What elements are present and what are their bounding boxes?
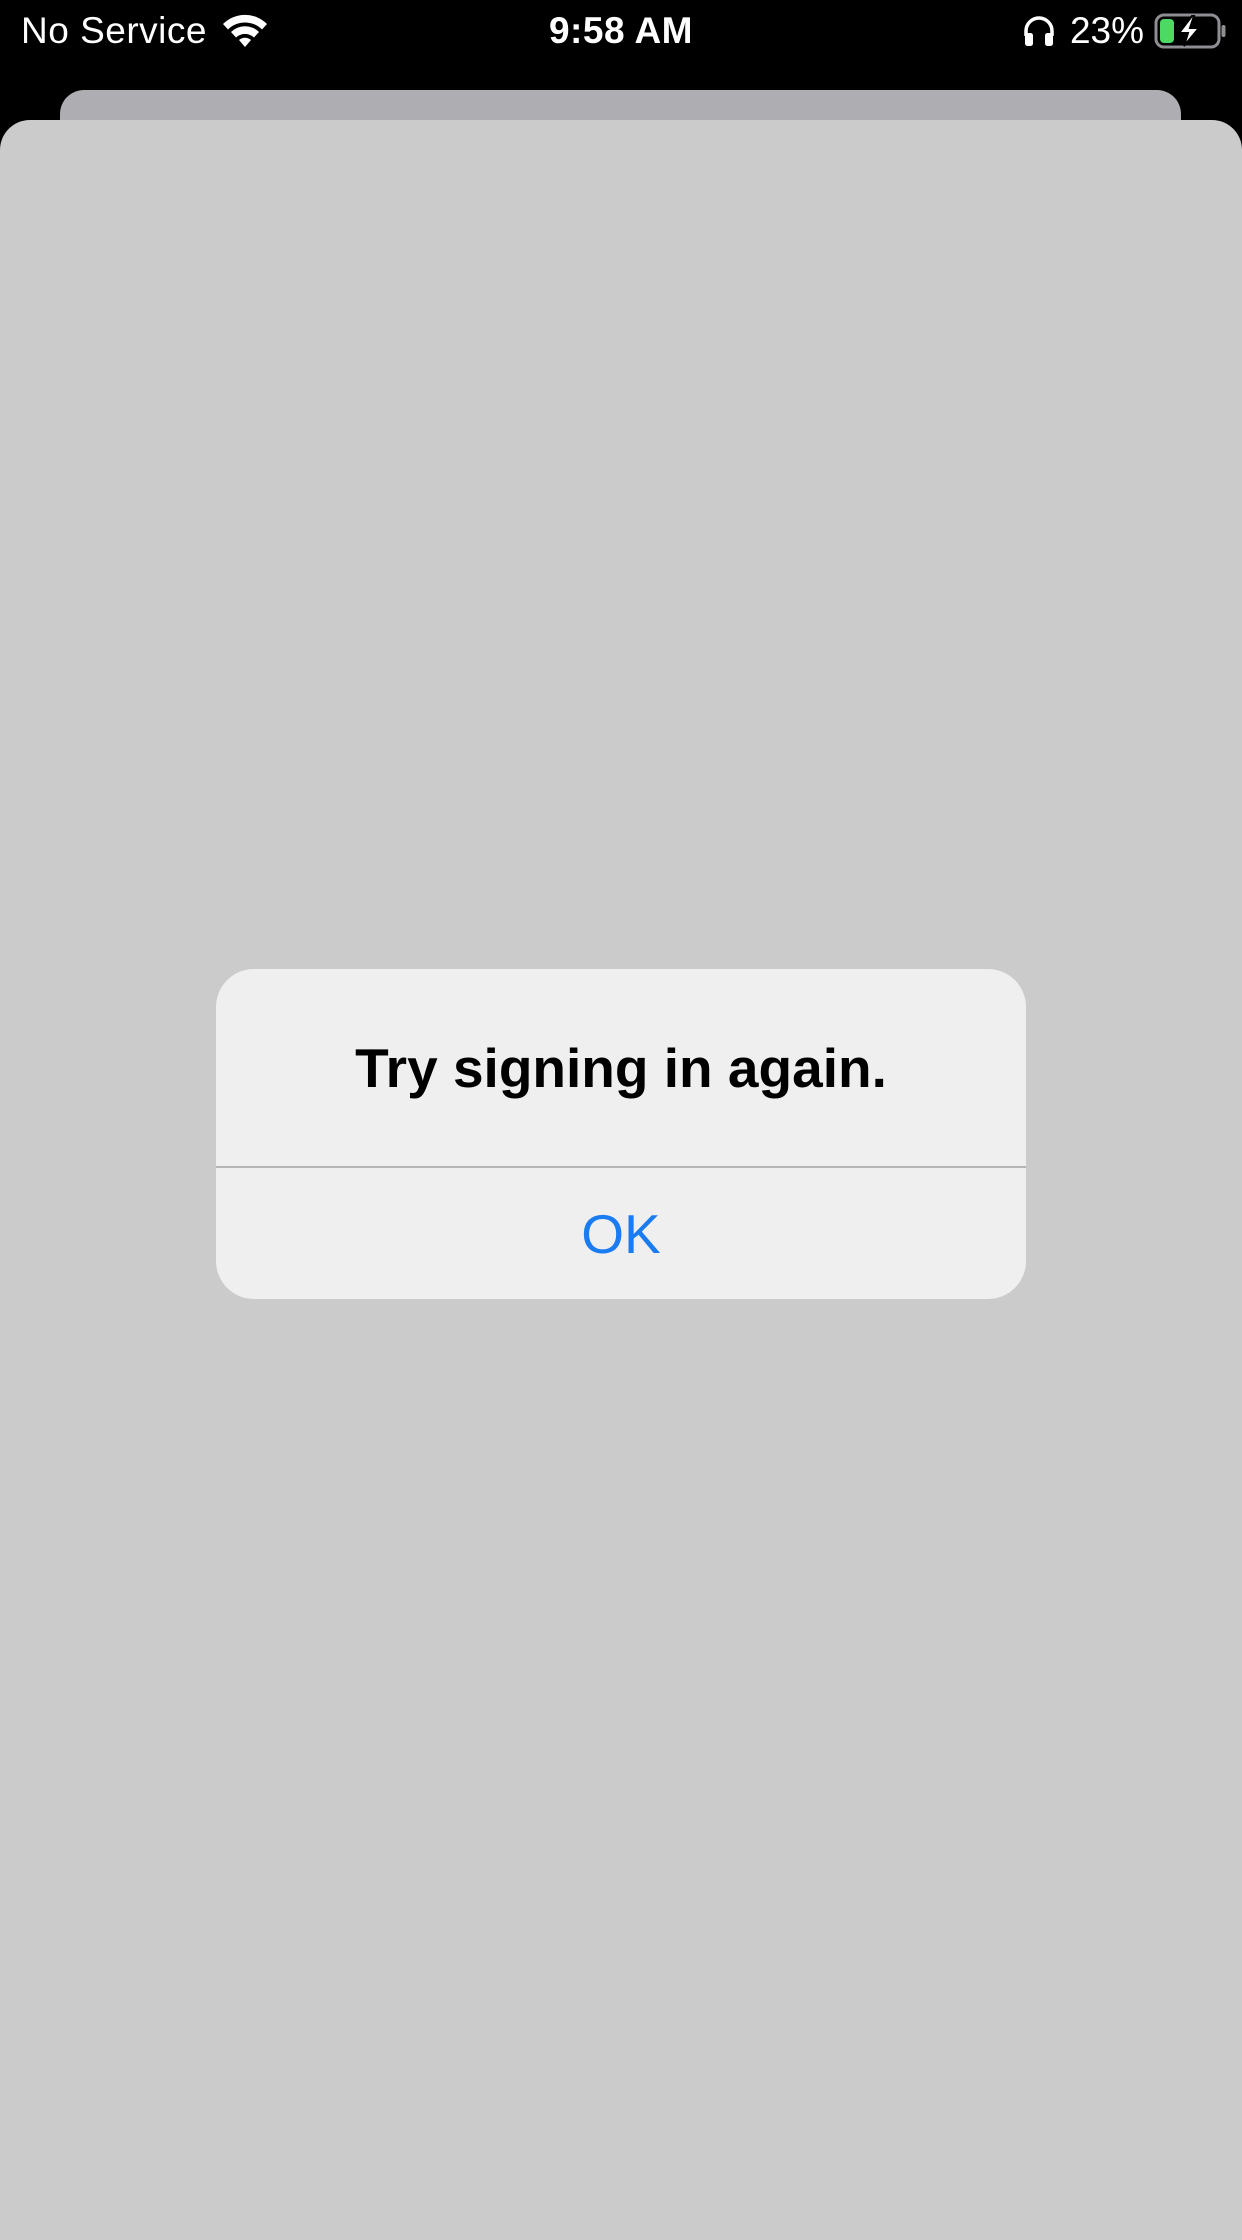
status-bar: No Service 9:58 AM 23% [0,0,1242,62]
battery-charging-icon [1154,13,1226,49]
alert-dialog: Try signing in again. OK [216,969,1026,1299]
headphones-icon [1024,16,1054,46]
ok-button[interactable]: OK [216,1168,1026,1299]
alert-title: Try signing in again. [355,1036,887,1099]
status-right-group: 23% [1022,6,1228,56]
battery-percentage: 23% [1069,10,1144,51]
